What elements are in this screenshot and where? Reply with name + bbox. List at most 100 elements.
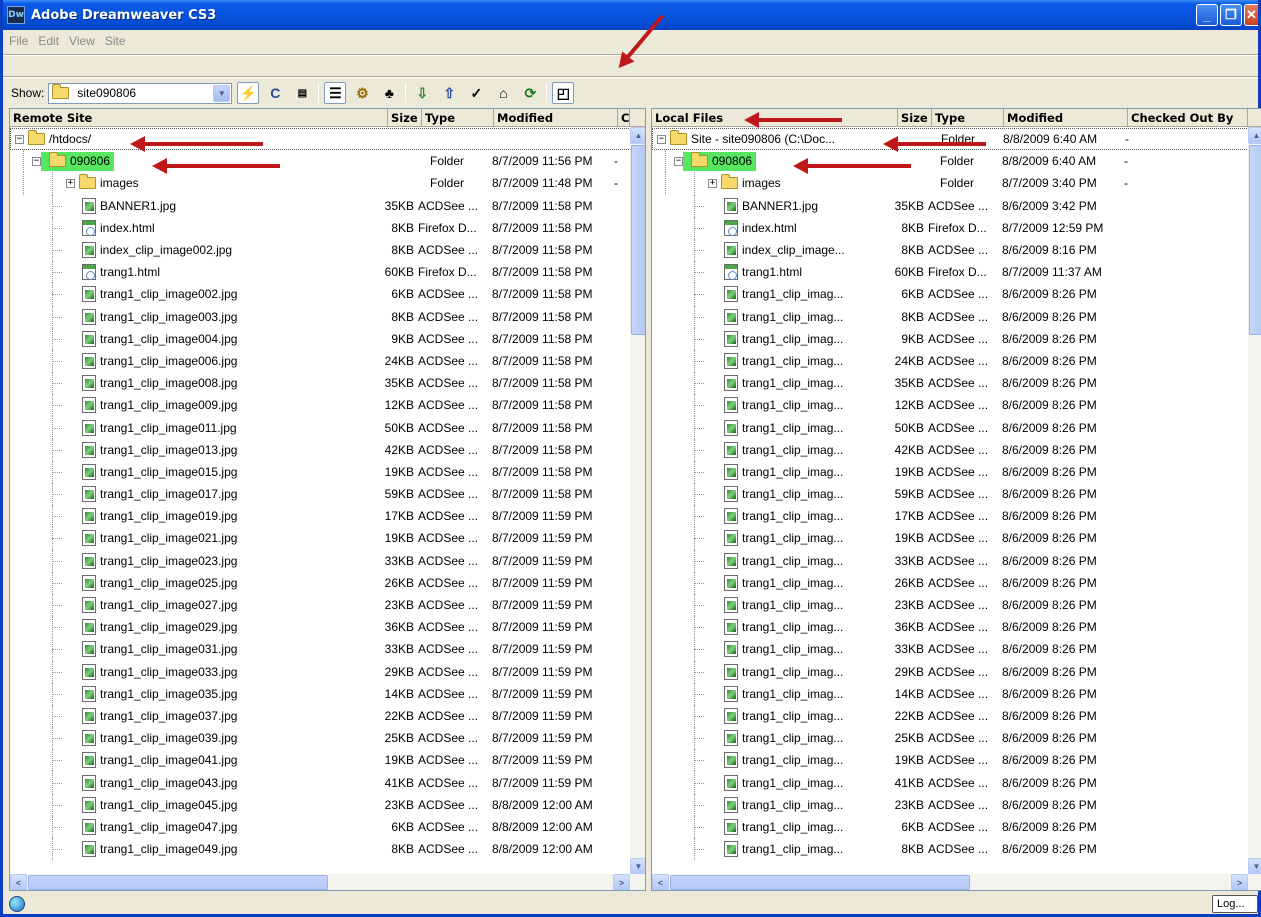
get-files-button[interactable]: ⇩: [411, 82, 433, 104]
table-row[interactable]: trang1_clip_imag... 29KB ACDSee ... 8/6/200…: [652, 660, 1261, 683]
file-entry[interactable]: trang1_clip_imag...: [720, 729, 843, 748]
column-header-size[interactable]: Size: [388, 109, 422, 127]
scroll-up-icon[interactable]: ▲: [630, 127, 645, 144]
expand-toggle-icon[interactable]: −: [15, 134, 24, 144]
root-row[interactable]: − Site - site090806 (C:\Doc... Folder 8/8/2…: [652, 128, 1261, 151]
site-select[interactable]: site090806 ▼: [48, 82, 233, 104]
connect-button[interactable]: ⚡: [237, 82, 260, 104]
table-row[interactable]: trang1.html 60KB Firefox D... 8/7/2009 11:5…: [10, 261, 645, 284]
file-entry[interactable]: index_clip_image002.jpg: [78, 241, 232, 260]
synchronize-button[interactable]: ⟳: [519, 82, 541, 104]
expand-toggle-icon[interactable]: −: [657, 134, 666, 144]
file-entry[interactable]: trang1_clip_imag...: [720, 817, 843, 836]
check-out-button[interactable]: ✓: [465, 82, 487, 104]
file-entry[interactable]: trang1_clip_imag...: [720, 773, 843, 792]
menu-edit[interactable]: Edit: [38, 34, 59, 48]
expand-toggle-icon[interactable]: +: [66, 178, 75, 188]
scroll-thumb[interactable]: [670, 875, 970, 890]
table-row[interactable]: trang1_clip_imag... 6KB ACDSee ... 8/6/2009…: [652, 283, 1261, 306]
file-entry[interactable]: trang1_clip_imag...: [720, 507, 843, 526]
table-row[interactable]: trang1_clip_imag... 9KB ACDSee ... 8/6/2009…: [652, 327, 1261, 350]
close-button[interactable]: ✕: [1244, 4, 1258, 26]
file-entry[interactable]: trang1_clip_imag...: [720, 485, 843, 504]
table-row[interactable]: trang1_clip_imag... 25KB ACDSee ... 8/6/200…: [652, 727, 1261, 750]
table-row[interactable]: index_clip_image... 8KB ACDSee ... 8/6/2009…: [652, 238, 1261, 262]
table-row[interactable]: trang1_clip_image039.jpg 25KB ACDSee ... 8/…: [10, 727, 645, 750]
table-row[interactable]: trang1_clip_image013.jpg 42KB ACDSee ... 8/…: [10, 438, 645, 461]
folder-row[interactable]: + images Folder 8/7/2009 3:40 PM -: [652, 172, 1261, 195]
remote-horizontal-scrollbar[interactable]: < >: [10, 874, 645, 890]
file-entry[interactable]: trang1_clip_image047.jpg: [78, 817, 237, 836]
scroll-thumb[interactable]: [631, 145, 645, 335]
file-entry[interactable]: trang1_clip_imag...: [720, 529, 843, 548]
file-entry[interactable]: trang1_clip_imag...: [720, 462, 843, 481]
ftp-log-button[interactable]: ▤: [291, 82, 313, 104]
file-entry[interactable]: images: [75, 174, 139, 193]
table-row[interactable]: trang1_clip_image047.jpg 6KB ACDSee ... 8/8…: [10, 815, 645, 838]
file-entry[interactable]: trang1_clip_imag...: [720, 551, 843, 570]
column-header-size[interactable]: Size: [898, 109, 932, 127]
file-entry[interactable]: trang1_clip_image025.jpg: [78, 573, 237, 592]
table-row[interactable]: trang1_clip_imag... 33KB ACDSee ... 8/6/200…: [652, 549, 1261, 572]
table-row[interactable]: trang1_clip_image011.jpg 50KB ACDSee ... 8/…: [10, 416, 645, 439]
file-entry[interactable]: trang1_clip_image011.jpg: [78, 418, 237, 437]
scroll-right-icon[interactable]: >: [1231, 874, 1248, 890]
file-entry[interactable]: BANNER1.jpg: [78, 196, 176, 215]
table-row[interactable]: trang1_clip_image017.jpg 59KB ACDSee ... 8/…: [10, 483, 645, 506]
file-entry[interactable]: index.html: [78, 218, 155, 237]
table-row[interactable]: trang1_clip_imag... 42KB ACDSee ... 8/6/200…: [652, 438, 1261, 461]
column-header-name[interactable]: Remote Site: [10, 109, 388, 127]
file-entry[interactable]: trang1_clip_image019.jpg: [78, 507, 237, 526]
file-entry[interactable]: trang1_clip_image003.jpg: [78, 307, 237, 326]
file-entry[interactable]: trang1_clip_image035.jpg: [78, 684, 237, 703]
table-row[interactable]: trang1_clip_image002.jpg 6KB ACDSee ... 8/7…: [10, 283, 645, 306]
file-entry[interactable]: trang1_clip_imag...: [720, 640, 843, 659]
table-row[interactable]: trang1_clip_imag... 23KB ACDSee ... 8/6/200…: [652, 793, 1261, 816]
file-entry[interactable]: index.html: [720, 218, 797, 237]
scroll-down-icon[interactable]: ▼: [630, 858, 645, 875]
file-entry[interactable]: /htdocs/: [24, 130, 91, 149]
table-row[interactable]: trang1_clip_imag... 24KB ACDSee ... 8/6/200…: [652, 349, 1261, 373]
scroll-up-icon[interactable]: ▲: [1248, 127, 1261, 144]
minimize-button[interactable]: _: [1196, 4, 1218, 26]
table-row[interactable]: trang1_clip_imag... 26KB ACDSee ... 8/6/200…: [652, 571, 1261, 594]
table-row[interactable]: trang1_clip_image009.jpg 12KB ACDSee ... 8/…: [10, 394, 645, 417]
menu-view[interactable]: View: [69, 34, 95, 48]
file-entry[interactable]: trang1_clip_imag...: [720, 795, 843, 814]
table-row[interactable]: trang1_clip_imag... 19KB ACDSee ... 8/6/200…: [652, 527, 1261, 550]
file-entry[interactable]: images: [717, 174, 781, 193]
table-row[interactable]: trang1_clip_imag... 33KB ACDSee ... 8/6/200…: [652, 638, 1261, 661]
file-entry[interactable]: trang1_clip_imag...: [720, 684, 843, 703]
table-row[interactable]: trang1_clip_image023.jpg 33KB ACDSee ... 8/…: [10, 549, 645, 572]
remote-vertical-scrollbar[interactable]: ▲ ▼: [630, 127, 645, 875]
chevron-down-icon[interactable]: ▼: [213, 84, 231, 102]
file-entry[interactable]: trang1_clip_imag...: [720, 596, 843, 615]
file-entry[interactable]: trang1_clip_imag...: [720, 396, 843, 415]
table-row[interactable]: trang1_clip_image015.jpg 19KB ACDSee ... 8/…: [10, 460, 645, 483]
scroll-down-icon[interactable]: ▼: [1248, 858, 1261, 875]
file-entry[interactable]: trang1_clip_image031.jpg: [78, 640, 237, 659]
site-files-button[interactable]: ☰: [324, 82, 347, 104]
file-entry[interactable]: trang1_clip_imag...: [720, 374, 843, 393]
scroll-left-icon[interactable]: <: [652, 874, 669, 890]
table-row[interactable]: trang1_clip_image037.jpg 22KB ACDSee ... 8/…: [10, 704, 645, 728]
table-row[interactable]: BANNER1.jpg 35KB ACDSee ... 8/7/2009 11:58 …: [10, 194, 645, 217]
table-row[interactable]: trang1_clip_imag... 41KB ACDSee ... 8/6/200…: [652, 771, 1261, 794]
table-row[interactable]: trang1_clip_imag... 17KB ACDSee ... 8/6/200…: [652, 505, 1261, 528]
table-row[interactable]: trang1_clip_imag... 36KB ACDSee ... 8/6/200…: [652, 616, 1261, 639]
table-row[interactable]: trang1_clip_imag... 12KB ACDSee ... 8/6/200…: [652, 394, 1261, 417]
table-row[interactable]: trang1_clip_image031.jpg 33KB ACDSee ... 8/…: [10, 638, 645, 661]
table-row[interactable]: trang1_clip_image043.jpg 41KB ACDSee ... 8/…: [10, 771, 645, 794]
column-header-modified[interactable]: Modified: [1004, 109, 1128, 127]
file-entry[interactable]: trang1_clip_imag...: [720, 329, 843, 348]
file-entry[interactable]: trang1_clip_imag...: [720, 573, 843, 592]
expand-toggle-icon[interactable]: −: [674, 156, 683, 166]
table-row[interactable]: trang1_clip_image008.jpg 35KB ACDSee ... 8/…: [10, 372, 645, 395]
table-row[interactable]: index_clip_image002.jpg 8KB ACDSee ... 8/7/…: [10, 238, 645, 262]
file-entry[interactable]: trang1_clip_image017.jpg: [78, 485, 237, 504]
file-entry[interactable]: 090806: [683, 151, 757, 171]
file-entry[interactable]: trang1_clip_image023.jpg: [78, 551, 237, 570]
table-row[interactable]: trang1_clip_image025.jpg 26KB ACDSee ... 8/…: [10, 571, 645, 594]
file-entry[interactable]: trang1_clip_imag...: [720, 440, 843, 459]
table-row[interactable]: trang1_clip_imag... 14KB ACDSee ... 8/6/200…: [652, 682, 1261, 705]
